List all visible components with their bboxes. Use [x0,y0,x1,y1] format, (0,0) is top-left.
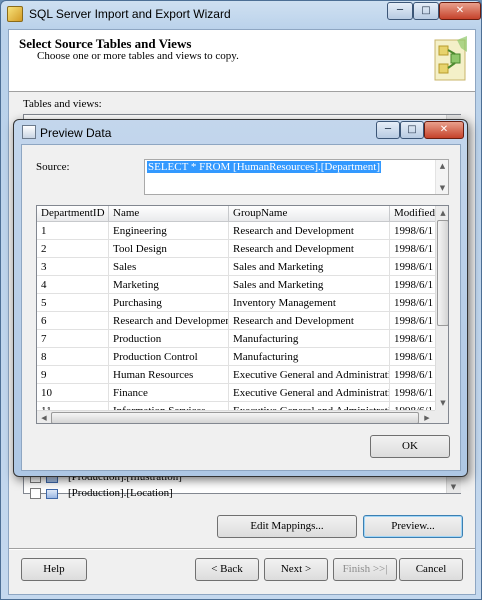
tables-views-label: Tables and views: [23,98,102,110]
scroll-down-arrow-icon[interactable]: ▼ [436,396,448,410]
grid-cell[interactable]: Human Resources [109,366,229,384]
grid-cell[interactable]: 10 [37,384,109,402]
grid-cell[interactable]: Sales and Marketing [229,276,390,294]
dialog-client-area: Source: SELECT * FROM [HumanResources].[… [21,144,461,471]
grid-cell[interactable]: Executive General and Administration [229,366,390,384]
dialog-maximize-button[interactable]: □ [400,121,424,139]
preview-data-grid[interactable]: DepartmentIDNameGroupNameModifiedD 1Engin… [36,205,449,424]
window-title: SQL Server Import and Export Wizard [29,7,231,21]
dialog-minimize-button[interactable]: ─ [376,121,400,139]
grid-cell[interactable]: Production Control [109,348,229,366]
grid-cell[interactable]: Production [109,330,229,348]
grid-cell[interactable]: 7 [37,330,109,348]
dialog-close-button[interactable]: ✕ [424,121,464,139]
preview-button[interactable]: Preview... [363,515,463,538]
grid-cell[interactable]: Purchasing [109,294,229,312]
scroll-up-arrow-icon[interactable]: ▲ [436,206,448,220]
app-icon [7,6,23,22]
ok-button[interactable]: OK [370,435,450,458]
grid-cell[interactable]: Inventory Management [229,294,390,312]
grid-cell[interactable]: Research and Development [229,240,390,258]
scroll-left-arrow-icon[interactable]: ◀ [37,411,51,423]
vertical-scroll-thumb[interactable] [437,220,448,326]
column-header[interactable]: Name [109,206,229,222]
grid-cell[interactable]: Research and Development [109,312,229,330]
grid-cell[interactable]: Manufacturing [229,348,390,366]
grid-cell[interactable]: 1998/6/1 [390,366,435,384]
grid-cell[interactable]: 1998/6/1 [390,402,435,410]
dialog-title: Preview Data [40,126,112,140]
grid-cell[interactable]: 2 [37,240,109,258]
scroll-right-arrow-icon[interactable]: ▶ [420,411,434,423]
title-bar[interactable]: SQL Server Import and Export Wizard ─ □ … [1,1,481,27]
edit-mappings-button[interactable]: Edit Mappings... [217,515,357,538]
grid-cell[interactable]: Manufacturing [229,330,390,348]
cancel-button[interactable]: Cancel [399,558,463,581]
wizard-header: Select Source Tables and Views Choose on… [9,30,475,92]
source-scrollbar[interactable]: ▲ ▼ [435,160,448,194]
minimize-button[interactable]: ─ [387,2,413,20]
column-header[interactable]: DepartmentID [37,206,109,222]
next-button[interactable]: Next > [264,558,328,581]
grid-cell[interactable]: Research and Development [229,222,390,240]
scroll-down-arrow-icon[interactable]: ▼ [436,182,449,194]
grid-vertical-scrollbar[interactable]: ▲ ▼ [435,206,448,410]
grid-cell[interactable]: 1998/6/1 [390,294,435,312]
grid-cell[interactable]: Engineering [109,222,229,240]
grid-cell[interactable]: Sales and Marketing [229,258,390,276]
source-query-text[interactable]: SELECT * FROM [HumanResources].[Departme… [147,161,381,173]
grid-cell[interactable]: Finance [109,384,229,402]
grid-cell[interactable]: 6 [37,312,109,330]
help-button[interactable]: Help [21,558,87,581]
page-subtitle: Choose one or more tables and views to c… [37,50,239,62]
source-label: Source: [36,161,70,173]
grid-horizontal-scrollbar[interactable]: ◀ ▶ [37,410,435,423]
table-icon [46,489,58,499]
grid-content: DepartmentIDNameGroupNameModifiedD 1Engin… [37,206,435,410]
scrollbar-corner [435,410,448,423]
table-row[interactable]: [Production].[Location] [24,486,446,502]
grid-cell[interactable]: 3 [37,258,109,276]
grid-cell[interactable]: 1 [37,222,109,240]
back-button[interactable]: < Back [195,558,259,581]
grid-cell[interactable]: 1998/6/1 [390,258,435,276]
close-button[interactable]: ✕ [439,2,481,20]
scroll-up-arrow-icon[interactable]: ▲ [436,160,449,172]
footer-divider [9,548,475,550]
grid-cell[interactable]: Executive General and Administration [229,402,390,410]
preview-dialog-icon [22,125,36,139]
grid-cell[interactable]: 1998/6/1 [390,240,435,258]
grid-cell[interactable]: Marketing [109,276,229,294]
grid-cell[interactable]: Executive General and Administration [229,384,390,402]
source-query-field[interactable]: SELECT * FROM [HumanResources].[Departme… [144,159,449,195]
grid-cell[interactable]: 9 [37,366,109,384]
column-header[interactable]: GroupName [229,206,390,222]
grid-cell[interactable]: 1998/6/1 [390,222,435,240]
table-name: [Production].[Location] [68,487,173,499]
grid-cell[interactable]: 4 [37,276,109,294]
column-header[interactable]: ModifiedD [390,206,435,222]
maximize-button[interactable]: □ [413,2,439,20]
grid-cell[interactable]: 5 [37,294,109,312]
grid-cell[interactable]: 1998/6/1 [390,312,435,330]
preview-data-dialog: Preview Data ─ □ ✕ Source: SELECT * FROM… [13,119,468,477]
grid-cell[interactable]: 11 [37,402,109,410]
grid-cell[interactable]: 8 [37,348,109,366]
grid-cell[interactable]: 1998/6/1 [390,330,435,348]
grid-cell[interactable]: Sales [109,258,229,276]
grid-cell[interactable]: Research and Development [229,312,390,330]
grid-cell[interactable]: 1998/6/1 [390,348,435,366]
grid-cell[interactable]: 1998/6/1 [390,384,435,402]
grid-cell[interactable]: Tool Design [109,240,229,258]
grid-cell[interactable]: Information Services [109,402,229,410]
horizontal-scroll-thumb[interactable] [51,412,419,423]
finish-button[interactable]: Finish >>| [333,558,397,581]
grid-cell[interactable]: 1998/6/1 [390,276,435,294]
wizard-graphic-icon [434,36,467,81]
scroll-down-arrow-icon[interactable]: ▼ [447,481,460,493]
table-checkbox[interactable] [30,488,41,499]
